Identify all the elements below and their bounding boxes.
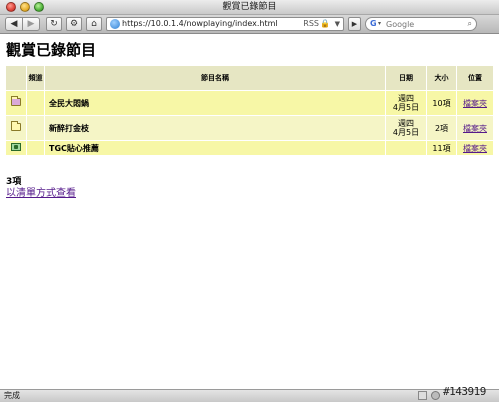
location-cell: 檔案夾 <box>457 116 493 140</box>
list-view-link[interactable]: 以清單方式查看 <box>6 184 76 199</box>
status-text: 完成 <box>4 391 20 400</box>
address-dropdown-icon[interactable]: ▼ <box>335 18 340 30</box>
search-engine-dropdown-icon[interactable]: ▾ <box>378 18 381 30</box>
back-arrow-icon: ◀ <box>10 19 18 29</box>
size-cell: 2項 <box>427 116 456 140</box>
folder-icon <box>11 121 21 131</box>
row-icon-cell <box>6 141 26 155</box>
date-day: 4月5日 <box>392 128 420 137</box>
icon-column-header <box>6 66 26 90</box>
address-bar[interactable]: https://10.0.1.4/nowplaying/index.html R… <box>106 17 344 31</box>
zoom-window-button[interactable] <box>34 2 44 12</box>
page-content: 觀賞已錄節目 頻道 節目名稱 日期 大小 位置 全民大悶鍋 週四 4月5日 10… <box>0 35 499 389</box>
reload-button[interactable]: ↻ <box>46 17 62 31</box>
tv-icon <box>11 143 21 151</box>
snapback-icon: ▶ <box>351 20 358 28</box>
row-icon-cell <box>6 116 26 140</box>
snapback-button[interactable]: ▶ <box>348 17 361 31</box>
action-menu-button[interactable]: ⚙ <box>66 17 82 31</box>
window-titlebar: 觀賞已錄節目 <box>0 0 499 15</box>
rss-icon[interactable]: RSS <box>303 18 319 30</box>
gear-icon: ⚙ <box>69 19 79 29</box>
pencil-icon[interactable] <box>418 391 427 400</box>
program-name[interactable]: TGC貼心推薦 <box>45 141 385 155</box>
program-name[interactable]: 全民大悶鍋 <box>45 91 385 115</box>
program-name[interactable]: 新醉打金枝 <box>45 116 385 140</box>
channel-column-header[interactable]: 頻道 <box>27 66 44 90</box>
date-cell <box>386 141 426 155</box>
folder-full-icon <box>11 96 21 106</box>
recordings-table: 頻道 節目名稱 日期 大小 位置 全民大悶鍋 週四 4月5日 10項 檔案夾 新… <box>5 65 494 156</box>
table-header-row: 頻道 節目名稱 日期 大小 位置 <box>6 66 493 90</box>
table-row[interactable]: 全民大悶鍋 週四 4月5日 10項 檔案夾 <box>6 91 493 115</box>
window-title: 觀賞已錄節目 <box>222 2 277 12</box>
size-column-header[interactable]: 大小 <box>427 66 456 90</box>
table-row[interactable]: 新醉打金枝 週四 4月5日 2項 檔案夾 <box>6 116 493 140</box>
page-title: 觀賞已錄節目 <box>6 41 97 59</box>
table-row[interactable]: TGC貼心推薦 11項 檔案夾 <box>6 141 493 155</box>
channel-cell <box>27 91 44 115</box>
location-cell: 檔案夾 <box>457 91 493 115</box>
folder-link[interactable]: 檔案夾 <box>463 99 487 108</box>
channel-cell <box>27 141 44 155</box>
size-cell: 11項 <box>427 141 456 155</box>
home-button[interactable]: ⌂ <box>86 17 102 31</box>
magnifier-icon[interactable]: ⌕ <box>468 18 472 30</box>
browser-toolbar: ◀ ▶ ↻ ⚙ ⌂ https://10.0.1.4/nowplaying/in… <box>0 15 499 34</box>
search-bar[interactable]: G ▾ ⌕ <box>365 17 477 31</box>
date-weekday: 週四 <box>398 119 414 128</box>
date-cell: 週四 4月5日 <box>386 116 426 140</box>
folder-link[interactable]: 檔案夾 <box>463 124 487 133</box>
date-weekday: 週四 <box>398 94 414 103</box>
date-day: 4月5日 <box>392 103 420 112</box>
location-cell: 檔案夾 <box>457 141 493 155</box>
date-column-header[interactable]: 日期 <box>386 66 426 90</box>
home-icon: ⌂ <box>91 19 97 29</box>
minimize-window-button[interactable] <box>20 2 30 12</box>
security-icon[interactable] <box>431 391 440 400</box>
row-icon-cell <box>6 91 26 115</box>
lock-icon[interactable]: 🔒 <box>320 18 330 30</box>
watermark: #143919 <box>443 385 486 398</box>
forward-button[interactable]: ▶ <box>22 17 40 31</box>
address-url[interactable]: https://10.0.1.4/nowplaying/index.html <box>122 18 278 30</box>
close-window-button[interactable] <box>6 2 16 12</box>
status-bar: 完成 <box>0 389 499 402</box>
globe-icon <box>110 19 120 29</box>
search-input[interactable] <box>386 19 464 29</box>
back-button[interactable]: ◀ <box>5 17 23 31</box>
name-column-header[interactable]: 節目名稱 <box>45 66 385 90</box>
date-cell: 週四 4月5日 <box>386 91 426 115</box>
reload-icon: ↻ <box>50 19 58 29</box>
folder-link[interactable]: 檔案夾 <box>463 144 487 153</box>
channel-cell <box>27 116 44 140</box>
google-icon[interactable]: G <box>370 18 377 30</box>
forward-arrow-icon: ▶ <box>27 19 35 29</box>
location-column-header: 位置 <box>457 66 493 90</box>
size-cell: 10項 <box>427 91 456 115</box>
